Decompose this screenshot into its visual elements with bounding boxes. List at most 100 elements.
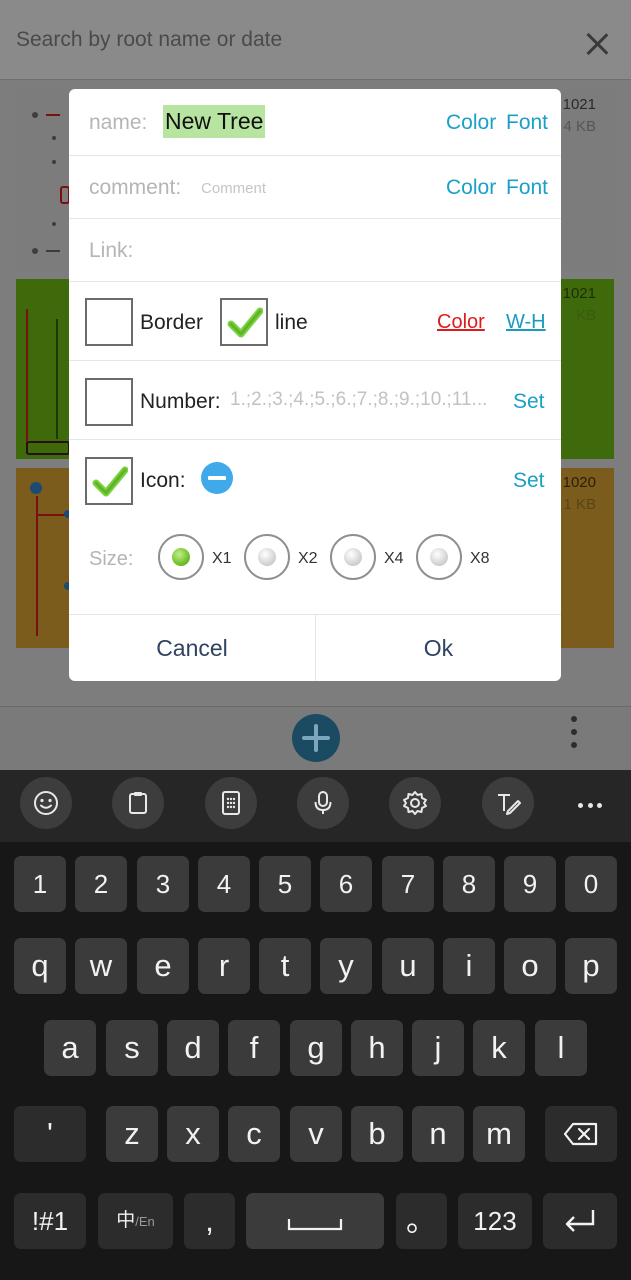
backspace-key[interactable] [545, 1106, 617, 1162]
key-k[interactable]: k [473, 1020, 525, 1076]
key-z[interactable]: z [106, 1106, 158, 1162]
key-i[interactable]: i [443, 938, 495, 994]
size-x8-label: X8 [470, 550, 490, 567]
comment-color-button[interactable]: Color [446, 176, 496, 200]
size-x1-label: X1 [212, 550, 232, 567]
number-format-input[interactable]: 1.;2.;3.;4.;5.;6.;7.;8.;9.;10.;11... [230, 389, 510, 411]
border-line-row: Border line Color W-H [69, 282, 561, 361]
name-input[interactable]: New Tree [163, 105, 266, 138]
thumbnail-line [46, 114, 60, 116]
key-3[interactable]: 3 [137, 856, 189, 912]
key-r[interactable]: r [198, 938, 250, 994]
key-l[interactable]: l [535, 1020, 587, 1076]
key-v[interactable]: v [290, 1106, 342, 1162]
key-2[interactable]: 2 [75, 856, 127, 912]
name-font-button[interactable]: Font [506, 111, 548, 135]
key-s[interactable]: s [106, 1020, 158, 1076]
space-key[interactable] [246, 1193, 384, 1249]
key-6[interactable]: 6 [320, 856, 372, 912]
link-label: Link: [89, 239, 134, 262]
ok-button[interactable]: Ok [316, 615, 561, 681]
key-a[interactable]: a [44, 1020, 96, 1076]
search-input[interactable]: Search by root name or date [16, 28, 282, 52]
add-tree-button[interactable] [292, 714, 340, 762]
line-checkbox[interactable] [220, 298, 268, 346]
name-color-button[interactable]: Color [446, 111, 496, 135]
key-t[interactable]: t [259, 938, 311, 994]
backspace-icon [563, 1122, 598, 1146]
key-e[interactable]: e [137, 938, 189, 994]
number-checkbox[interactable] [85, 378, 133, 426]
key-apostrophe[interactable]: ' [14, 1106, 86, 1162]
line-color-button[interactable]: Color [437, 311, 485, 334]
minus-circle-icon[interactable] [201, 462, 233, 494]
number-set-button[interactable]: Set [513, 390, 545, 414]
size-x2-radio[interactable] [244, 534, 290, 580]
thumbnail-line [36, 514, 66, 516]
enter-key[interactable] [543, 1193, 617, 1249]
keypad-icon[interactable] [205, 777, 257, 829]
border-label: Border [140, 311, 204, 334]
symbols-key[interactable]: !#1 [14, 1193, 86, 1249]
size-label: Size: [89, 548, 134, 570]
key-0[interactable]: 0 [565, 856, 617, 912]
key-w[interactable]: w [75, 938, 127, 994]
card-size: 1 KB [563, 496, 596, 513]
cancel-button[interactable]: Cancel [69, 615, 315, 681]
line-wh-button[interactable]: W-H [506, 311, 546, 334]
more-options-icon[interactable] [570, 716, 578, 752]
size-x8-radio[interactable] [416, 534, 462, 580]
comment-input[interactable]: Comment [201, 180, 266, 197]
emoji-icon[interactable] [20, 777, 72, 829]
bullet-icon [32, 112, 38, 118]
key-q[interactable]: q [14, 938, 66, 994]
enter-icon [565, 1210, 595, 1232]
language-key-sub: /En [135, 1214, 155, 1229]
size-x2-label: X2 [298, 550, 318, 567]
handwriting-icon[interactable] [482, 777, 534, 829]
card-date: 1021 [562, 96, 596, 113]
language-key[interactable]: 中/En [98, 1193, 173, 1249]
key-u[interactable]: u [382, 938, 434, 994]
clipboard-icon[interactable] [112, 777, 164, 829]
comment-label: comment: [89, 176, 182, 199]
thumbnail-line [46, 250, 60, 252]
key-4[interactable]: 4 [198, 856, 250, 912]
key-j[interactable]: j [412, 1020, 464, 1076]
key-b[interactable]: b [351, 1106, 403, 1162]
key-y[interactable]: y [320, 938, 372, 994]
key-n[interactable]: n [412, 1106, 464, 1162]
key-g[interactable]: g [290, 1020, 342, 1076]
border-checkbox[interactable] [85, 298, 133, 346]
icon-set-button[interactable]: Set [513, 469, 545, 493]
key-o[interactable]: o [504, 938, 556, 994]
keyboard-toolbar [0, 770, 631, 842]
close-icon[interactable] [585, 32, 609, 56]
key-m[interactable]: m [473, 1106, 525, 1162]
key-5[interactable]: 5 [259, 856, 311, 912]
comment-row: comment: Comment Color Font [69, 156, 561, 219]
more-icon[interactable] [578, 803, 608, 811]
key-x[interactable]: x [167, 1106, 219, 1162]
size-x1-radio[interactable] [158, 534, 204, 580]
numbers-key[interactable]: 123 [458, 1193, 532, 1249]
icon-checkbox[interactable] [85, 457, 133, 505]
link-row: Link: [69, 219, 561, 282]
key-8[interactable]: 8 [443, 856, 495, 912]
key-c[interactable]: c [228, 1106, 280, 1162]
key-9[interactable]: 9 [504, 856, 556, 912]
key-p[interactable]: p [565, 938, 617, 994]
comment-font-button[interactable]: Font [506, 176, 548, 200]
comma-key[interactable]: , [184, 1193, 235, 1249]
settings-icon[interactable] [389, 777, 441, 829]
key-d[interactable]: d [167, 1020, 219, 1076]
microphone-icon[interactable] [297, 777, 349, 829]
size-x4-radio[interactable] [330, 534, 376, 580]
key-h[interactable]: h [351, 1020, 403, 1076]
period-key[interactable]: 。 [396, 1193, 447, 1249]
key-1[interactable]: 1 [14, 856, 66, 912]
key-f[interactable]: f [228, 1020, 280, 1076]
search-bar: Search by root name or date [0, 0, 631, 80]
key-7[interactable]: 7 [382, 856, 434, 912]
node-style-dialog: name: New Tree Color Font comment: Comme… [69, 89, 561, 681]
